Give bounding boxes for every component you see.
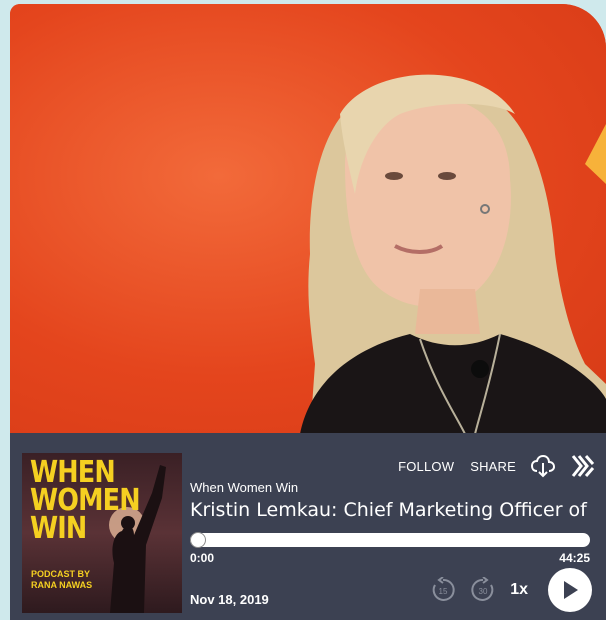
cover-title: WHEN WOMEN WIN <box>30 455 141 546</box>
podcast-embed: WHEN WOMEN WIN PODCAST BY RANA NAWAS FOL… <box>10 4 606 620</box>
audio-player: WHEN WOMEN WIN PODCAST BY RANA NAWAS FOL… <box>10 433 606 620</box>
episode-title[interactable]: Kristin Lemkau: Chief Marketing Officer … <box>190 499 590 521</box>
speed-button[interactable]: 1x <box>510 581 528 599</box>
play-icon <box>564 581 578 599</box>
episode-artwork <box>10 4 606 434</box>
playback-controls: 15 30 1x <box>416 567 592 613</box>
podcast-cover-art: WHEN WOMEN WIN PODCAST BY RANA NAWAS <box>22 453 182 613</box>
rewind-seconds: 15 <box>439 587 448 596</box>
show-name[interactable]: When Women Win <box>190 480 298 495</box>
download-icon[interactable] <box>530 454 556 478</box>
cover-subtitle: PODCAST BY RANA NAWAS <box>31 569 93 590</box>
episode-date: Nov 18, 2019 <box>190 592 269 607</box>
forward-30-icon[interactable]: 30 <box>470 577 496 603</box>
brand-logo-icon[interactable] <box>570 453 596 479</box>
share-button[interactable]: SHARE <box>470 459 516 474</box>
progress-handle[interactable] <box>190 532 206 548</box>
current-time: 0:00 <box>190 551 215 565</box>
play-button[interactable] <box>548 568 592 612</box>
total-time: 44:25 <box>559 551 590 565</box>
forward-seconds: 30 <box>479 587 488 596</box>
speaker-photo <box>300 74 606 434</box>
action-bar: FOLLOW SHARE <box>382 451 596 481</box>
follow-button[interactable]: FOLLOW <box>398 459 454 474</box>
progress-bar[interactable] <box>190 532 590 548</box>
rewind-15-icon[interactable]: 15 <box>430 577 456 603</box>
